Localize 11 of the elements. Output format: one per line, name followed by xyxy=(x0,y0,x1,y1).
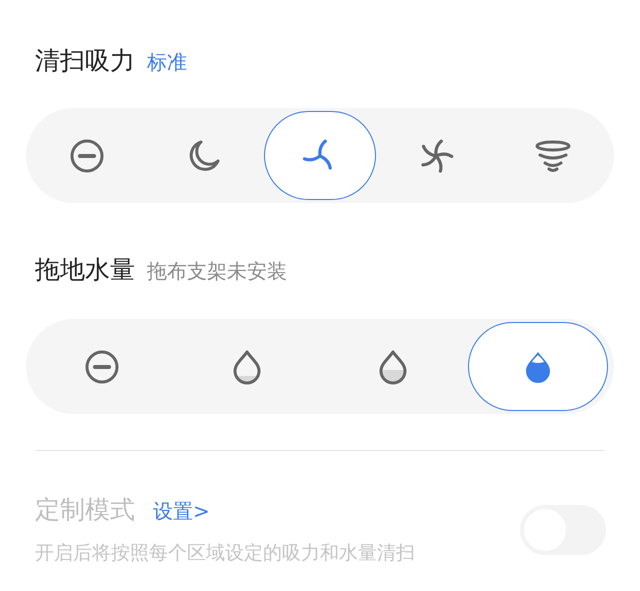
mode-option[interactable] xyxy=(468,322,608,411)
tornado-icon xyxy=(534,138,571,172)
description: 开启后将按照每个区域设定的吸力和水量清扫 xyxy=(35,541,415,566)
section-note: 拖布支架未安装 xyxy=(147,258,287,285)
section-title: 清扫吸力 xyxy=(35,45,135,77)
section-title: 拖地水量 xyxy=(35,254,135,286)
minus-circle-icon xyxy=(84,350,119,384)
moon-icon xyxy=(186,138,221,172)
section-title: 定制模式 xyxy=(35,494,135,526)
suction-value: 标准 xyxy=(147,49,187,76)
minus-circle-icon xyxy=(70,138,104,172)
